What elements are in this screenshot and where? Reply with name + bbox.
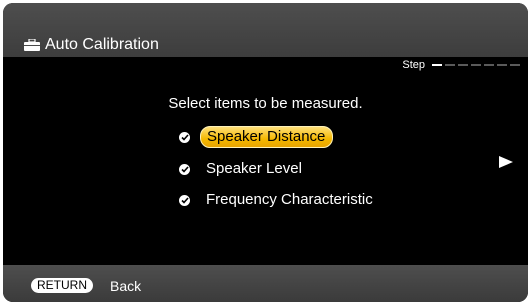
check-icon [179,131,190,143]
instruction-text: Select items to be measured. [168,95,363,112]
item-speaker-level[interactable]: Speaker Level [179,158,309,180]
step-segment [471,64,481,66]
back-label: Back [110,278,142,294]
item-frequency-characteristic[interactable]: Frequency Characteristic [179,189,380,211]
step-segment [458,64,468,66]
return-button[interactable]: RETURN [31,278,93,293]
step-segment [484,64,494,66]
step-label: Step [402,59,425,71]
check-icon [179,194,190,206]
item-speaker-distance[interactable]: Speaker Distance [179,126,334,148]
step-segment [432,64,442,66]
item-label: Frequency Characteristic [206,191,373,208]
step-indicator: Step [402,59,520,71]
header-bar: Auto Calibration [3,3,528,57]
toolbox-icon [24,39,40,51]
check-icon [179,163,190,175]
next-arrow-icon[interactable] [499,156,513,168]
page-title: Auto Calibration [45,36,159,53]
step-segment [510,64,520,66]
step-segment [497,64,507,66]
item-label: Speaker Distance [200,126,334,148]
calibration-screen: Auto Calibration Step Select items to be… [3,3,528,302]
item-label: Speaker Level [206,160,302,177]
step-segment [445,64,455,66]
